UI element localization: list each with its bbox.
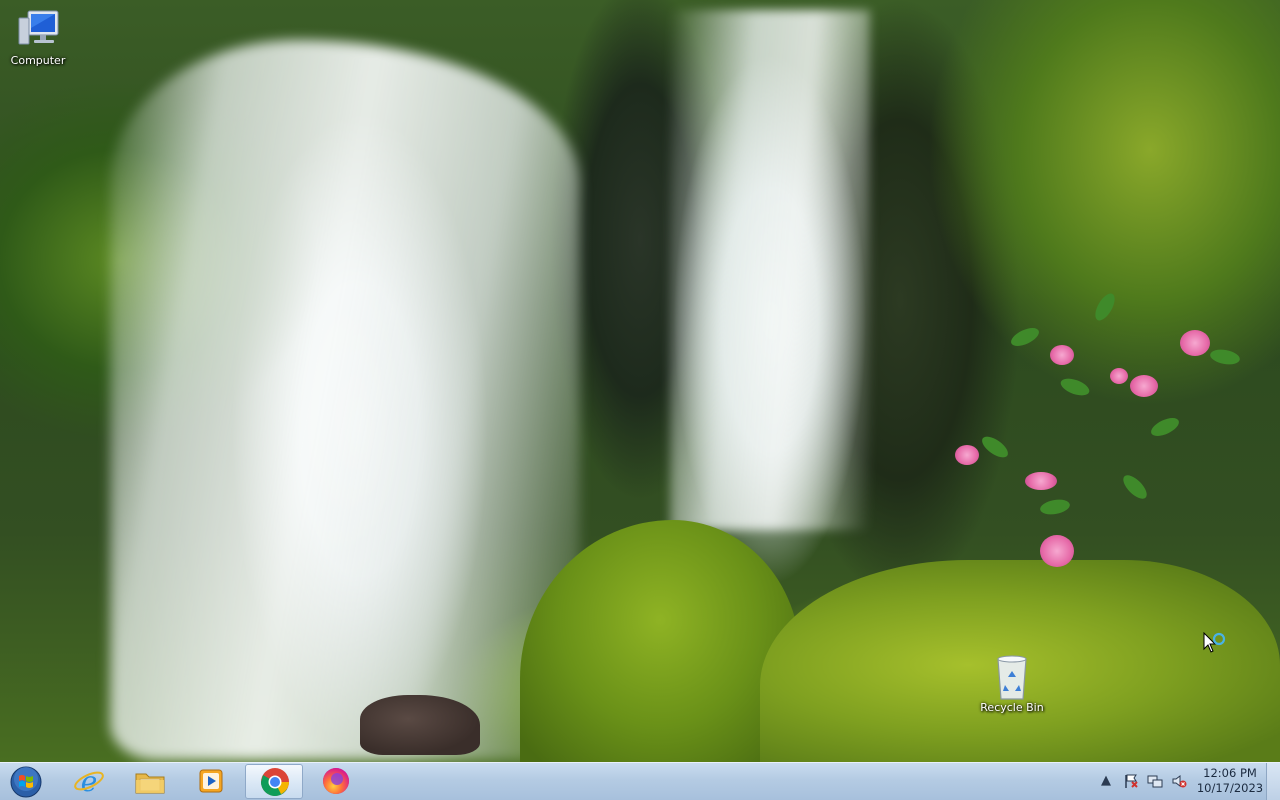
firefox-icon: [320, 766, 352, 796]
show-desktop-button[interactable]: [1266, 763, 1280, 800]
start-button[interactable]: [6, 765, 46, 799]
internet-explorer-icon: e: [73, 765, 105, 798]
flower: [1050, 345, 1074, 365]
desktop-wallpaper: [0, 0, 1280, 770]
desktop-icon-label: Recycle Bin: [980, 701, 1044, 714]
recycle-bin-icon: [988, 655, 1036, 700]
svg-text:e: e: [81, 766, 98, 796]
busy-cursor-icon: [1203, 631, 1226, 653]
taskbar-button-media-player[interactable]: [182, 764, 240, 799]
desktop-icon-recycle-bin[interactable]: Recycle Bin: [974, 655, 1050, 714]
flower: [1180, 330, 1210, 356]
leaf: [978, 432, 1012, 462]
rock: [360, 695, 480, 755]
flower: [1110, 368, 1128, 384]
leaf: [1091, 290, 1119, 324]
leaf: [1039, 497, 1071, 517]
leaf: [1058, 375, 1092, 399]
windows-orb-icon: [10, 766, 42, 798]
leaf: [1119, 471, 1151, 503]
media-player-icon: [195, 766, 227, 796]
computer-icon: [14, 8, 62, 52]
leaf: [1209, 347, 1241, 367]
network-icon[interactable]: [1147, 773, 1163, 789]
waterfall-shape: [110, 40, 580, 760]
flower: [1040, 535, 1074, 567]
taskbar: e ▲ 12:06 PM 10/17/2023: [0, 762, 1280, 800]
leaf: [1008, 324, 1042, 350]
chrome-icon: [259, 767, 291, 797]
leaf: [1148, 414, 1182, 440]
flower: [1130, 375, 1158, 397]
flower: [1025, 472, 1057, 490]
taskbar-button-internet-explorer[interactable]: e: [60, 764, 118, 799]
clock-time: 12:06 PM: [1203, 766, 1257, 780]
action-center-flag-icon[interactable]: [1123, 773, 1139, 789]
show-hidden-icons-icon[interactable]: ▲: [1098, 773, 1114, 789]
clock-date: 10/17/2023: [1196, 781, 1264, 795]
desktop-icon-computer[interactable]: Computer: [0, 8, 76, 67]
volume-muted-icon[interactable]: [1171, 773, 1187, 789]
waterfall-shape-right: [670, 10, 870, 530]
taskbar-button-firefox[interactable]: [307, 764, 365, 799]
desktop-icon-label: Computer: [10, 54, 66, 67]
flower: [955, 445, 979, 465]
folder-icon: [134, 766, 166, 796]
taskbar-clock[interactable]: 12:06 PM 10/17/2023: [1195, 766, 1265, 796]
taskbar-button-chrome[interactable]: [245, 764, 303, 799]
taskbar-button-windows-explorer[interactable]: [121, 764, 179, 799]
